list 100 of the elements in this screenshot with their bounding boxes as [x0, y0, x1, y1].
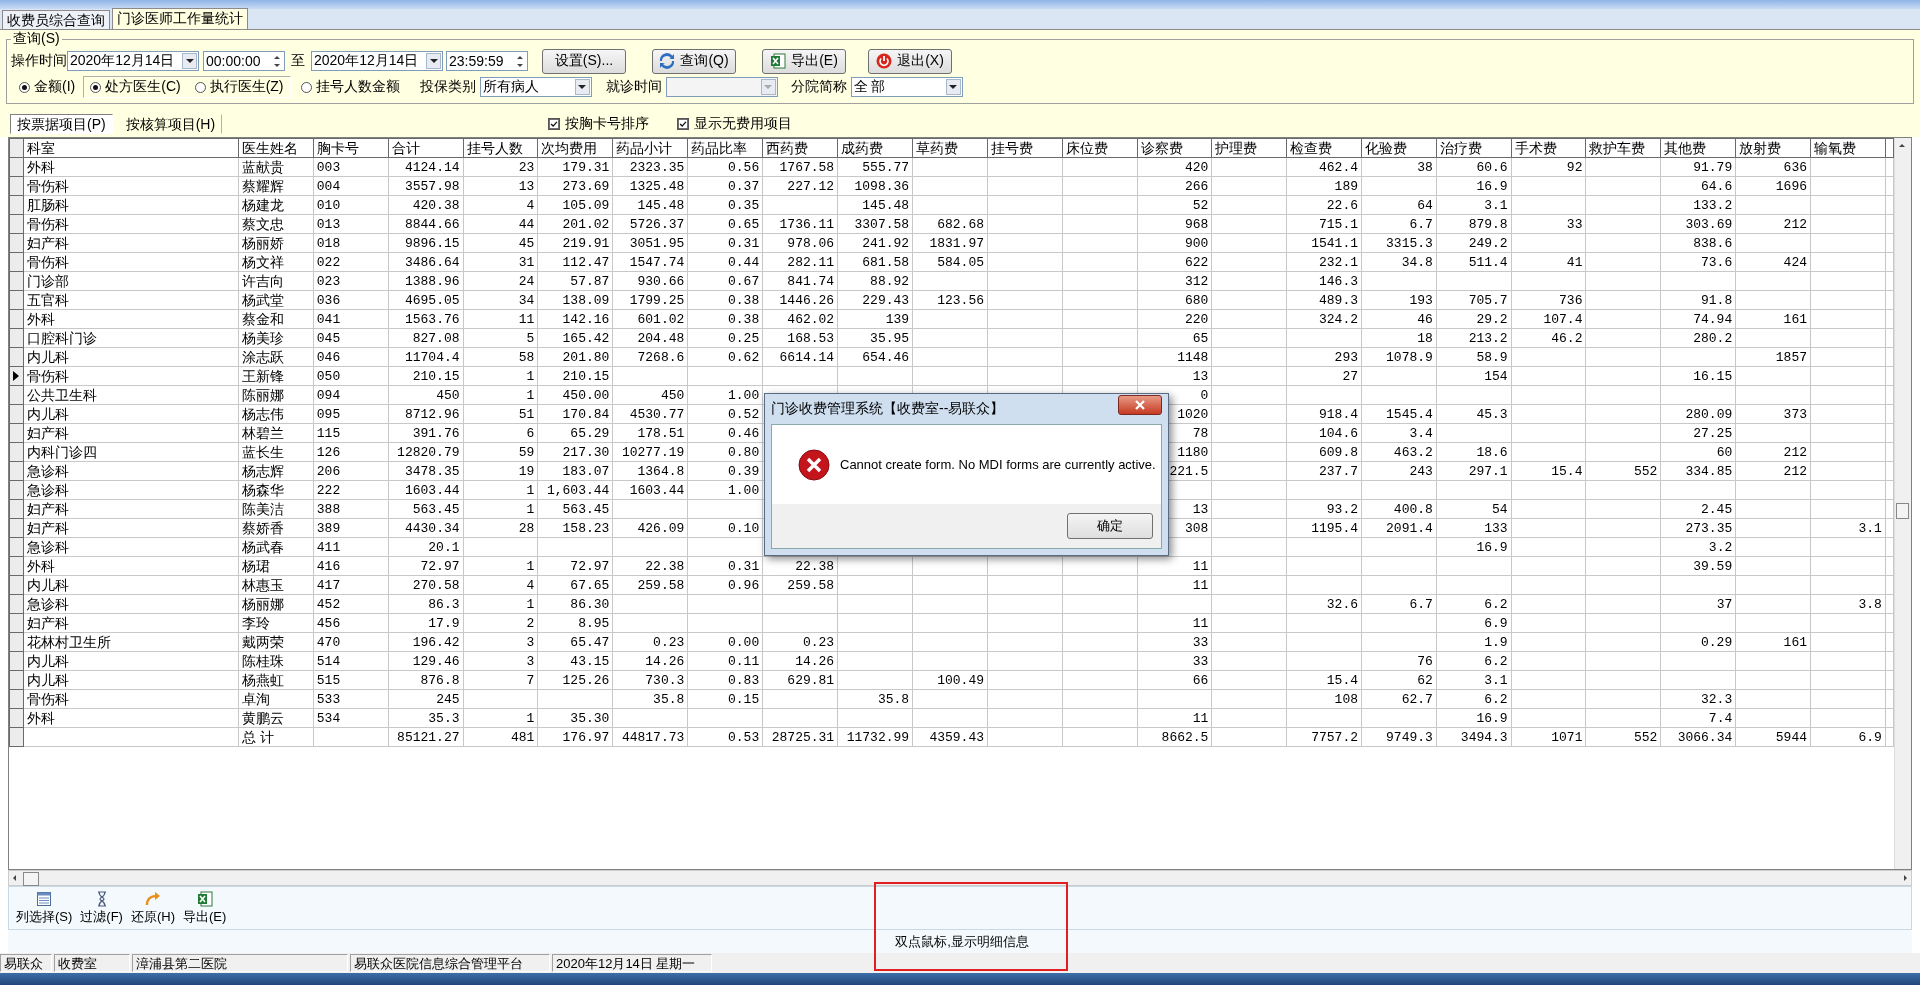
export-button[interactable]: 导出(E) — [762, 48, 846, 74]
table-cell: 609.8 — [1286, 442, 1362, 462]
column-header[interactable]: 合计 — [388, 138, 464, 158]
table-cell: 6 — [463, 423, 538, 443]
restore-button[interactable]: 还原(H) — [127, 890, 178, 926]
column-header[interactable]: 诊察费 — [1137, 138, 1212, 158]
tab[interactable]: 按核算项目(H) — [118, 113, 223, 134]
table-cell: 54 — [1436, 499, 1512, 519]
column-header[interactable]: 药品小计 — [612, 138, 688, 158]
table-cell: 10277.19 — [612, 442, 688, 462]
radio-button[interactable] — [194, 81, 206, 93]
vertical-scrollbar[interactable] — [1894, 138, 1911, 869]
tab[interactable]: 按票据项目(P) — [10, 113, 113, 134]
ok-button[interactable]: 确定 — [1067, 513, 1153, 539]
table-cell: 636 — [1735, 157, 1811, 177]
insurance-dropdown[interactable]: 所有病人 — [479, 77, 592, 97]
horizontal-scrollbar[interactable] — [8, 870, 1912, 886]
table-cell: 125.26 — [537, 670, 613, 690]
column-header[interactable]: 草药费 — [912, 138, 988, 158]
column-header[interactable]: 检查费 — [1286, 138, 1362, 158]
table-cell: 8712.96 — [388, 404, 464, 424]
table-cell: 46 — [1361, 309, 1437, 329]
table-cell: 400.8 — [1361, 499, 1437, 519]
table-cell: 424 — [1735, 252, 1811, 272]
time-field[interactable]: 23:59:59 — [446, 51, 528, 71]
exit-button[interactable]: 退出(X) — [868, 48, 952, 74]
total-cell: 总 计 — [238, 727, 314, 747]
column-header[interactable]: 化验费 — [1361, 138, 1437, 158]
table-cell: 3.1 — [1436, 195, 1512, 215]
table-cell: 0.29 — [1660, 632, 1736, 652]
table-cell: 838.6 — [1660, 233, 1736, 253]
table-cell: 陈丽娜 — [238, 385, 314, 405]
table-cell: 489.3 — [1286, 290, 1362, 310]
column-header[interactable]: 次均费用 — [537, 138, 613, 158]
table-cell: 680 — [1137, 290, 1212, 310]
column-select-button[interactable]: 列选择(S) — [13, 890, 76, 926]
table-cell: 142.16 — [537, 309, 613, 329]
checkbox-label[interactable]: 显示无费用项目 — [694, 114, 793, 133]
table-cell: 900 — [1137, 233, 1212, 253]
column-header[interactable]: 救护车费 — [1585, 138, 1661, 158]
radio-button[interactable] — [90, 81, 102, 93]
filter-button[interactable]: 过滤(F) — [77, 890, 126, 926]
column-header[interactable]: 科室 — [23, 138, 239, 158]
search-button[interactable]: 查询(Q) — [652, 48, 736, 74]
column-header[interactable]: 输氧费 — [1810, 138, 1886, 158]
table-cell: 58.9 — [1436, 347, 1512, 367]
radio-button[interactable] — [19, 81, 30, 93]
table-cell: 222 — [313, 480, 389, 500]
checkbox[interactable] — [548, 117, 561, 130]
table-cell: 1603.44 — [612, 480, 688, 500]
tab[interactable]: 收费员综合查询 — [2, 10, 110, 29]
table-cell: 241.92 — [837, 233, 913, 253]
column-header[interactable]: 其他费 — [1660, 138, 1736, 158]
column-header[interactable]: 手术费 — [1511, 138, 1586, 158]
radio-label[interactable]: 金额(I) — [34, 78, 76, 96]
table-cell: 452 — [313, 594, 389, 614]
export-button[interactable]: 导出(E) — [180, 890, 230, 926]
table-cell: 3557.98 — [388, 176, 464, 196]
column-header[interactable]: 护理费 — [1211, 138, 1287, 158]
checkbox[interactable] — [677, 117, 690, 130]
table-cell: 133 — [1436, 518, 1512, 538]
column-header[interactable]: 西药费 — [762, 138, 838, 158]
column-header[interactable]: 医生姓名 — [238, 138, 314, 158]
table-cell: 161 — [1735, 632, 1811, 652]
column-header[interactable]: 药品比率 — [687, 138, 763, 158]
branch-dropdown[interactable]: 全 部 — [850, 77, 963, 97]
table-cell: 急诊科 — [23, 480, 239, 500]
column-header[interactable]: 挂号人数 — [463, 138, 538, 158]
table-cell: 3.1 — [1810, 518, 1886, 538]
table-cell: 1696 — [1735, 176, 1811, 196]
table-cell: 86.3 — [388, 594, 464, 614]
radio-label[interactable]: 执行医生(Z) — [209, 78, 284, 96]
table-cell: 24 — [463, 271, 538, 291]
table-cell: 1857 — [1735, 347, 1811, 367]
time-field[interactable]: 00:00:00 — [203, 51, 285, 71]
column-header[interactable]: 胸卡号 — [313, 138, 389, 158]
table-cell: 266 — [1137, 176, 1212, 196]
table-cell: 5726.37 — [612, 214, 688, 234]
column-header[interactable]: 成药费 — [837, 138, 913, 158]
radio-button[interactable] — [300, 81, 312, 93]
column-header[interactable]: 挂号费 — [987, 138, 1063, 158]
radio-label[interactable]: 处方医生(C) — [105, 78, 181, 96]
table-cell: 0.23 — [612, 632, 688, 652]
total-cell: 176.97 — [537, 727, 613, 747]
column-header[interactable]: 治疗费 — [1436, 138, 1512, 158]
table-cell: 450.00 — [537, 385, 613, 405]
column-header[interactable]: 放射费 — [1735, 138, 1811, 158]
table-cell: 李玲 — [238, 613, 314, 633]
close-button[interactable] — [1118, 395, 1162, 415]
table-cell: 1.00 — [687, 385, 763, 405]
checkbox-label[interactable]: 按胸卡号排序 — [565, 114, 650, 133]
table-cell: 内儿科 — [23, 670, 239, 690]
radio-label[interactable]: 挂号人数金额 — [315, 78, 400, 96]
date-dropdown[interactable]: 2020年12月14日 — [311, 51, 443, 71]
date-dropdown[interactable]: 2020年12月14日 — [67, 51, 199, 71]
column-header[interactable]: 床位费 — [1062, 138, 1138, 158]
total-cell: 3494.3 — [1436, 727, 1512, 747]
tab[interactable]: 门诊医师工作量统计 — [112, 8, 248, 29]
settings-button[interactable]: 设置(S)... — [542, 48, 626, 74]
table-cell: 65.47 — [537, 632, 613, 652]
